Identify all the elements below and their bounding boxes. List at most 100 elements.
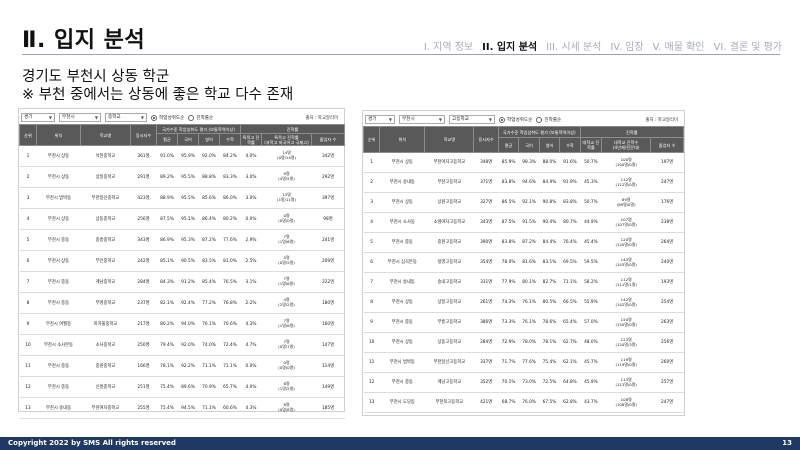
cell-eng: 90.8% (539, 192, 560, 213)
table-row[interactable]: 10 부천시 소사본동 소사중학교 250명 79.4% 92.0% 74.0% 72.4% 4… (19, 334, 345, 356)
cell-math: 60.6% (219, 397, 241, 419)
cell-avg: 75.4% (156, 397, 178, 419)
headline: 경기도 부천시 상동 학군 ※ 부천 중에서는 상동에 좋은 학교 다수 존재 (22, 68, 293, 104)
nav-item[interactable]: II. 입지 분석 (482, 38, 537, 53)
nav-item[interactable]: VI. 결론 및 평가 (713, 38, 782, 53)
table-row[interactable]: 8 부천시 중동 부명중학교 237명 82.1% 92.4% 77.2% 76.8% 2.2%… (19, 292, 345, 314)
table-row[interactable]: 4 부천시 상동 상동중학교 256명 87.5% 95.1% 86.4% 80.2% 0.0%… (19, 208, 345, 230)
cell-eng: 71.1% (198, 397, 220, 419)
table-row[interactable]: 6 부천시 상동 부인중학교 242명 85.1% 90.5% 83.5% 81.0% 2.5%… (19, 250, 345, 272)
cell-math: 76.5% (219, 271, 241, 293)
count-breakdown: (1명/6명) (278, 281, 295, 286)
cell-kor: 94.5% (177, 397, 199, 419)
city-select[interactable]: 부천시 ▼ (399, 115, 445, 124)
table-row[interactable]: 1 부천시 상동 석천중학교 361명 91.0% 95.9% 92.0% 84.2% 4.0%… (19, 145, 345, 167)
cell-rank: 10 (19, 334, 37, 356)
city-select[interactable]: 부천시 ▼ (59, 113, 101, 122)
cell-count: 4명 (2명/2명) (261, 292, 312, 314)
cell-n: 284명 (473, 332, 499, 353)
table-row[interactable]: 1 부천시 상동 부천여자고등학교 348명 85.9% 98.3% 88.0% 91.6% 5… (363, 152, 684, 173)
table-row[interactable]: 9 부천시 여월동 까치울중학교 217명 80.2% 94.0% 76.1% 70.6% 4.… (19, 313, 345, 335)
table-row[interactable]: 13 부천시 송내동 부천여자중학교 255명 75.4% 94.5% 71.1% 60.6%… (19, 397, 345, 419)
table-row[interactable]: 10 부천시 상동 상동고등학교 284명 72.9% 78.0% 78.1% 62.7% 48… (363, 332, 684, 353)
cell-grad: 193명 (650, 272, 684, 293)
cell-loc: 부천시 중동 (36, 355, 81, 377)
cell-kor: 95.3% (177, 229, 199, 251)
cell-avg: 82.1% (156, 292, 178, 314)
table-row[interactable]: 9 부천시 중동 부흥고등학교 386명 73.3% 76.1% 78.6% 65.4% 57.… (363, 312, 684, 333)
cell-loc: 부천시 중동 (36, 376, 81, 398)
cell-univ: 45.9% (580, 372, 602, 393)
cell-avg: 85.9% (498, 152, 519, 173)
cell-rank: 9 (363, 312, 380, 333)
header-special-count: 특목고 진학률 (과학고 외국어고 국제고) (261, 133, 313, 146)
cell-eng: 71.1% (198, 355, 220, 377)
cell-avg: 68.7% (498, 392, 519, 413)
cell-count: 14명 (0명/14명) (261, 145, 312, 167)
cell-count: 150명 (150명/0명) (601, 312, 651, 333)
cell-loc: 부천시 범박동 (379, 352, 425, 373)
sort-by-admission-radio[interactable]: 진학률순 (188, 114, 213, 121)
sort-by-achievement-radio[interactable]: 학업성취도순 (499, 116, 532, 123)
nav-item[interactable]: I. 지역 정보 (424, 38, 473, 53)
sort-by-admission-radio[interactable]: 진학률순 (536, 116, 561, 123)
cell-name: 상동고등학교 (424, 332, 474, 353)
cell-grad: 263명 (650, 312, 684, 333)
cell-count: 120명 (120명/0명) (601, 232, 651, 253)
cell-loc: 부천시 상동 (379, 292, 425, 313)
table-row[interactable]: 4 부천시 소사동 소명여자고등학교 343명 87.5% 91.5% 90.4% 80.7%… (363, 212, 684, 233)
cell-eng: 78.6% (539, 312, 560, 333)
table-row[interactable]: 3 부천시 범박동 부천일신중학교 423명 88.9% 95.5% 85.6% 86.0% 3… (19, 187, 345, 209)
region-select[interactable]: 경기 ▼ (365, 115, 395, 124)
sort-by-achievement-radio[interactable]: 학업성취도순 (151, 114, 184, 121)
header-english: 영어 (198, 133, 220, 146)
cell-loc: 부천시 송내동 (379, 272, 425, 293)
table-row[interactable]: 6 부천시 심곡본동 정명고등학교 354명 78.0% 81.6% 83.1% 69.5% 5… (363, 252, 684, 273)
cell-avg: 87.5% (156, 208, 178, 230)
cell-loc: 부천시 범박동 (36, 187, 81, 209)
cell-rank: 4 (363, 212, 380, 233)
table-row[interactable]: 2 부천시 상동 상일중학교 291명 89.2% 95.5% 88.8% 83.3% 3.0%… (19, 166, 345, 188)
table-row[interactable]: 12 부천시 중동 신흥중학교 251명 75.4% 89.6% 70.9% 65.7% 4.0… (19, 376, 345, 398)
cell-avg: 73.3% (498, 312, 519, 333)
cell-count: 112명 (112명/0명) (601, 172, 651, 193)
cell-n: 390명 (473, 232, 499, 253)
chevron-down-icon: ▼ (388, 117, 392, 122)
table-row[interactable]: 5 부천시 중동 중원고등학교 390명 83.8% 87.2% 84.4% 76.4% 45.… (363, 232, 684, 253)
school-type-select[interactable]: 중학교 ▼ (105, 113, 147, 122)
table-row[interactable]: 11 부천시 범박동 부천일신고등학교 337명 71.7% 77.6% 75.4% 62.1… (363, 352, 684, 373)
table-row[interactable]: 13 부천시 도당동 부천북고등학교 421명 68.7% 76.0% 67.5% 62.8%… (363, 392, 684, 413)
cell-math: 66.5% (559, 292, 581, 313)
cell-math: 71.1% (559, 272, 581, 293)
cell-avg: 86.5% (498, 192, 519, 213)
cell-univ: 50.7% (580, 152, 602, 173)
nav-item[interactable]: III. 시세 분석 (546, 38, 601, 53)
table-row[interactable]: 8 부천시 상동 상일고등학교 261명 74.3% 76.1% 80.5% 66.5% 55.… (363, 292, 684, 313)
cell-rank: 2 (19, 166, 37, 188)
cell-name: 상동중학교 (80, 208, 131, 230)
table-row[interactable]: 7 부천시 중동 계남중학교 284명 84.3% 91.2% 85.4% 76.5% 3.1%… (19, 271, 345, 293)
table-row[interactable]: 5 부천시 중동 중흥중학교 343명 86.9% 95.3% 87.2% 77.6% 2.9%… (19, 229, 345, 251)
nav-item[interactable]: V. 매물 확인 (653, 38, 705, 53)
cell-n: 331명 (473, 272, 499, 293)
table-row[interactable]: 11 부천시 중동 중원중학교 166명 78.1% 92.2% 71.1% 71.1% 0.0… (19, 355, 345, 377)
count-breakdown: (142명/0명) (615, 301, 637, 307)
cell-avg: 84.3% (156, 271, 178, 293)
region-select[interactable]: 경기 ▼ (21, 113, 55, 122)
cell-loc: 부천시 상동 (379, 152, 425, 173)
cell-count: 89명 (89명/0명) (601, 192, 651, 213)
cell-count: 142명 (142명/0명) (601, 292, 651, 313)
table-row[interactable]: 2 부천시 송내동 부천고등학교 371명 83.8% 94.6% 84.9% 91.9% 45… (363, 172, 684, 193)
cell-kor: 92.1% (518, 192, 540, 213)
cell-math: 91.6% (559, 152, 581, 173)
cell-kor: 91.5% (518, 212, 540, 233)
cell-kor: 95.1% (177, 208, 199, 230)
table-row[interactable]: 12 부천시 중동 계남고등학교 352명 70.1% 73.0% 72.5% 64.8% 45… (363, 372, 684, 393)
cell-name: 석천중학교 (80, 145, 131, 167)
school-type-select[interactable]: 고등학교 ▼ (449, 115, 495, 124)
table-row[interactable]: 7 부천시 송내동 송내고등학교 331명 77.9% 80.1% 82.7% 71.1% 58… (363, 272, 684, 293)
cell-univ: 43.7% (580, 392, 602, 413)
table-row[interactable]: 3 부천시 상동 상원고등학교 327명 86.5% 92.1% 90.8% 83.8% 50.… (363, 192, 684, 213)
cell-eng: 80.5% (539, 292, 560, 313)
nav-item[interactable]: IV. 임장 (610, 38, 643, 53)
